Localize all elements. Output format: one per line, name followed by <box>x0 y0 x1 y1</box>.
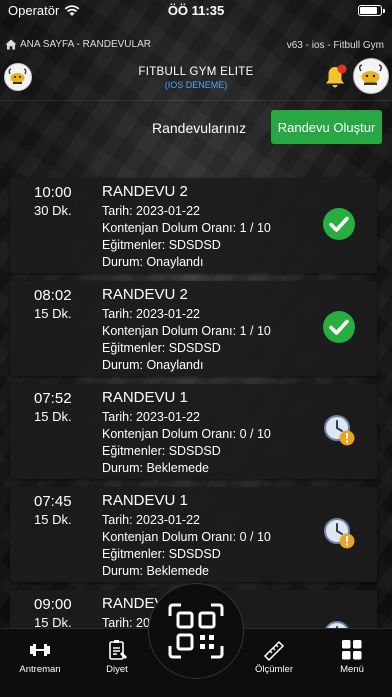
appointment-title: RANDEVU 1 <box>102 492 188 509</box>
grid-menu-icon <box>342 640 362 660</box>
nav-label: Menü <box>340 664 364 675</box>
home-icon <box>5 39 17 50</box>
appointment-time: 07:45 <box>34 493 72 510</box>
appointment-card[interactable]: 10:00 30 Dk. RANDEVU 2 Tarih: 2023-01-22… <box>10 178 377 273</box>
version-text: v63 - ios - Fitbull Gym <box>286 40 384 51</box>
appointment-date: Tarih: 2023-01-22 <box>102 513 200 527</box>
profile-avatar[interactable] <box>353 58 389 94</box>
diet-clipboard-icon <box>109 640 127 660</box>
appointment-duration: 15 Dk. <box>34 409 72 424</box>
breadcrumb[interactable]: ANA SAYFA - RANDEVULAR <box>5 39 151 50</box>
appointment-trainers: Eğitmenler: SDSDSD <box>102 341 221 355</box>
nav-antreman[interactable]: Antreman <box>10 639 70 675</box>
status-bar: Operatör ÖÖ 11:35 <box>0 0 392 22</box>
qr-code-icon <box>168 603 224 659</box>
appointment-card[interactable]: 07:45 15 Dk. RANDEVU 1 Tarih: 2023-01-22… <box>10 487 377 582</box>
appointment-time: 08:02 <box>34 287 72 304</box>
appointment-card[interactable]: 07:52 15 Dk. RANDEVU 1 Tarih: 2023-01-22… <box>10 384 377 479</box>
pending-clock-icon <box>324 518 355 549</box>
appointment-title: RANDEVU 2 <box>102 183 188 200</box>
appointment-date: Tarih: 2023-01-22 <box>102 307 200 321</box>
appointment-capacity: Kontenjan Dolum Oranı: 0 / 10 <box>102 427 271 441</box>
appointment-status: Durum: Beklemede <box>102 564 209 578</box>
breadcrumb-row: ANA SAYFA - RANDEVULAR v63 - ios - Fitbu… <box>0 38 392 54</box>
app-header: FITBULL GYM ELITE (IOS DENEME) <box>0 58 392 98</box>
header-divider <box>0 100 392 101</box>
battery-icon <box>358 5 385 16</box>
appointment-duration: 15 Dk. <box>34 306 72 321</box>
nav-diyet[interactable]: Diyet <box>87 639 147 675</box>
appointment-duration: 15 Dk. <box>34 512 72 527</box>
nav-label: Ölçümler <box>254 664 293 675</box>
nav-label: Antreman <box>19 664 61 675</box>
breadcrumb-text: ANA SAYFA - RANDEVULAR <box>20 39 151 50</box>
section-title: Randevularınız <box>152 120 247 136</box>
qr-scan-button[interactable] <box>148 583 244 679</box>
appointment-capacity: Kontenjan Dolum Oranı: 1 / 10 <box>102 221 271 235</box>
appointment-time: 07:52 <box>34 390 72 407</box>
appointment-capacity: Kontenjan Dolum Oranı: 1 / 10 <box>102 324 271 338</box>
appointment-trainers: Eğitmenler: SDSDSD <box>102 444 221 458</box>
appointment-capacity: Kontenjan Dolum Oranı: 0 / 10 <box>102 530 271 544</box>
clock: ÖÖ 11:35 <box>167 3 225 18</box>
appointment-time: 09:00 <box>34 596 72 613</box>
appointment-date: Tarih: 2023-01-22 <box>102 410 200 424</box>
bull-avatar-icon <box>358 64 383 85</box>
appointment-title: RANDEVU 2 <box>102 286 188 303</box>
nav-menu[interactable]: Menü <box>322 639 382 675</box>
appointment-status: Durum: Onaylandı <box>102 255 204 269</box>
appointment-status: Durum: Onaylandı <box>102 358 204 372</box>
appointment-title: RANDEVU 1 <box>102 389 188 406</box>
appointment-trainers: Eğitmenler: SDSDSD <box>102 547 221 561</box>
appointment-card[interactable]: 08:02 15 Dk. RANDEVU 2 Tarih: 2023-01-22… <box>10 281 377 376</box>
nav-olcumler[interactable]: Ölçümler <box>244 639 304 675</box>
check-icon <box>323 208 355 240</box>
nav-label: Diyet <box>106 664 128 675</box>
create-appointment-button[interactable]: Randevu Oluştur <box>271 110 382 144</box>
appointment-trainers: Eğitmenler: SDSDSD <box>102 238 221 252</box>
ruler-icon <box>263 640 285 661</box>
notification-dot <box>337 64 347 74</box>
appointment-time: 10:00 <box>34 184 72 201</box>
appointment-duration: 30 Dk. <box>34 203 72 218</box>
pending-clock-icon <box>324 415 355 446</box>
appointment-status: Durum: Beklemede <box>102 461 209 475</box>
appointment-date: Tarih: 2023-01-22 <box>102 204 200 218</box>
check-icon <box>323 311 355 343</box>
notification-bell-icon[interactable] <box>322 64 348 90</box>
dumbbell-icon <box>30 644 50 656</box>
